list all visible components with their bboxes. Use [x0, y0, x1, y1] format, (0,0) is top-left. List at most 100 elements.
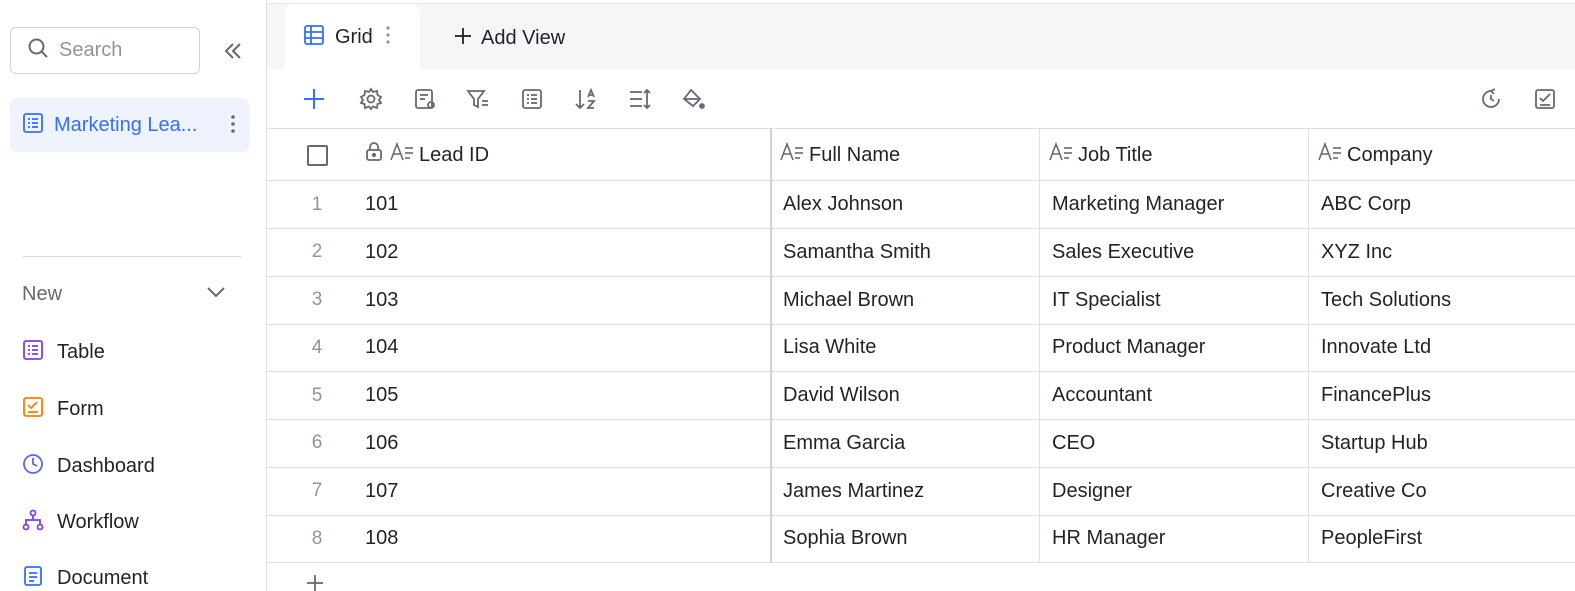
add-record-icon[interactable] [301, 86, 327, 112]
cell-lead-id[interactable]: 106 [365, 420, 398, 467]
settings-icon[interactable] [358, 86, 384, 112]
group-icon[interactable] [519, 86, 545, 112]
cell-job-title[interactable]: Marketing Manager [1052, 181, 1224, 228]
sidebar-item-label: Marketing Lea... [54, 113, 198, 136]
cell-lead-id[interactable]: 105 [365, 372, 398, 419]
cell-job-title[interactable]: Sales Executive [1052, 229, 1194, 276]
new-section-toggle[interactable]: New [22, 280, 227, 308]
table-row[interactable]: 6 106 Emma Garcia CEO Startup Hub [267, 420, 1575, 468]
cell-lead-id[interactable]: 101 [365, 181, 398, 228]
cell-full-name[interactable]: Alex Johnson [783, 181, 903, 228]
field-settings-icon[interactable] [412, 86, 438, 112]
column-label: Company [1347, 143, 1433, 166]
cell-company[interactable]: PeopleFirst [1321, 515, 1422, 562]
tab-label: Grid [335, 26, 373, 48]
cell-company[interactable]: Innovate Ltd [1321, 324, 1431, 371]
cell-full-name[interactable]: Emma Garcia [783, 420, 905, 467]
row-index: 8 [311, 527, 323, 549]
cell-company[interactable]: Tech Solutions [1321, 277, 1451, 324]
cell-full-name[interactable]: Lisa White [783, 324, 876, 371]
cell-job-title[interactable]: CEO [1052, 420, 1095, 467]
column-divider[interactable] [1308, 128, 1309, 563]
table-row[interactable]: 3 103 Michael Brown IT Specialist Tech Solut… [267, 277, 1575, 325]
add-row-icon[interactable] [305, 573, 325, 591]
cell-company[interactable]: XYZ Inc [1321, 229, 1392, 276]
sort-icon[interactable] [573, 86, 599, 112]
create-table-item[interactable]: Table [22, 337, 105, 367]
collapse-sidebar-icon[interactable] [220, 38, 246, 64]
document-icon [22, 565, 44, 591]
row-index: 6 [311, 432, 323, 454]
create-item-label: Document [57, 566, 149, 589]
table-row[interactable]: 7 107 James Martinez Designer Creative Co [267, 468, 1575, 516]
grid-view-icon [303, 24, 325, 51]
text-field-icon [389, 141, 415, 169]
row-index: 5 [311, 384, 323, 406]
row-height-icon[interactable] [627, 86, 653, 112]
cell-lead-id[interactable]: 102 [365, 229, 398, 276]
add-view-button[interactable]: Add View [453, 24, 565, 52]
more-options-icon[interactable] [230, 112, 236, 141]
create-item-label: Dashboard [57, 454, 155, 477]
cell-full-name[interactable]: David Wilson [783, 372, 900, 419]
grid-toolbar [267, 70, 1575, 128]
tasks-icon[interactable] [1532, 86, 1558, 112]
cell-lead-id[interactable]: 108 [365, 515, 398, 562]
sidebar: Search Marketing Lea... New Table Form D… [0, 0, 267, 591]
frozen-column-divider[interactable] [770, 128, 772, 563]
cell-full-name[interactable]: James Martinez [783, 468, 924, 515]
column-header-job-title[interactable]: Job Title [1048, 129, 1152, 181]
fill-color-icon[interactable] [680, 86, 706, 112]
row-index: 1 [311, 193, 323, 215]
form-icon [22, 396, 44, 423]
cell-full-name[interactable]: Samantha Smith [783, 229, 931, 276]
cell-lead-id[interactable]: 107 [365, 468, 398, 515]
cell-full-name[interactable]: Michael Brown [783, 277, 914, 324]
cell-lead-id[interactable]: 103 [365, 277, 398, 324]
table-row[interactable]: 2 102 Samantha Smith Sales Executive XYZ Inc [267, 229, 1575, 277]
create-item-label: Form [57, 397, 104, 420]
column-divider[interactable] [1039, 128, 1040, 563]
select-all-checkbox[interactable] [307, 129, 328, 181]
cell-company[interactable]: ABC Corp [1321, 181, 1411, 228]
column-header-full-name[interactable]: Full Name [779, 129, 900, 181]
create-dashboard-item[interactable]: Dashboard [22, 451, 155, 481]
lock-icon [365, 142, 383, 168]
workflow-icon [22, 509, 44, 536]
cell-full-name[interactable]: Sophia Brown [783, 515, 908, 562]
table-row[interactable]: 5 105 David Wilson Accountant FinancePlus [267, 372, 1575, 420]
search-input[interactable]: Search [10, 27, 200, 74]
tab-grid[interactable]: Grid [285, 4, 420, 71]
create-form-item[interactable]: Form [22, 394, 104, 424]
create-item-label: Workflow [57, 510, 139, 533]
table-row[interactable]: 8 108 Sophia Brown HR Manager PeopleFirst [267, 515, 1575, 564]
cell-company[interactable]: Startup Hub [1321, 420, 1428, 467]
table-row[interactable]: 4 104 Lisa White Product Manager Innovate Lt… [267, 324, 1575, 373]
sidebar-divider [22, 256, 242, 257]
column-label: Lead ID [419, 143, 490, 166]
text-field-icon [1317, 141, 1343, 169]
sidebar-item-marketing-leads[interactable]: Marketing Lea... [10, 98, 250, 152]
cell-job-title[interactable]: Designer [1052, 468, 1132, 515]
more-options-icon[interactable] [385, 24, 391, 51]
cell-lead-id[interactable]: 104 [365, 324, 398, 371]
table-icon [22, 339, 44, 366]
column-header-company[interactable]: Company [1317, 129, 1433, 181]
column-header-lead-id[interactable]: Lead ID [365, 129, 489, 181]
create-document-item[interactable]: Document [22, 563, 148, 591]
cell-job-title[interactable]: Product Manager [1052, 324, 1205, 371]
cell-job-title[interactable]: IT Specialist [1052, 277, 1161, 324]
create-item-label: Table [57, 340, 105, 363]
column-label: Full Name [809, 143, 901, 166]
table-icon [22, 112, 44, 139]
cell-job-title[interactable]: HR Manager [1052, 515, 1165, 562]
table-row[interactable]: 1 101 Alex Johnson Marketing Manager ABC Cor… [267, 181, 1575, 229]
filter-icon[interactable] [465, 86, 491, 112]
new-section-label: New [22, 282, 63, 305]
cell-company[interactable]: FinancePlus [1321, 372, 1431, 419]
cell-job-title[interactable]: Accountant [1052, 372, 1152, 419]
create-workflow-item[interactable]: Workflow [22, 507, 139, 537]
cell-company[interactable]: Creative Co [1321, 468, 1427, 515]
history-icon[interactable] [1478, 86, 1504, 112]
search-icon [27, 37, 49, 64]
